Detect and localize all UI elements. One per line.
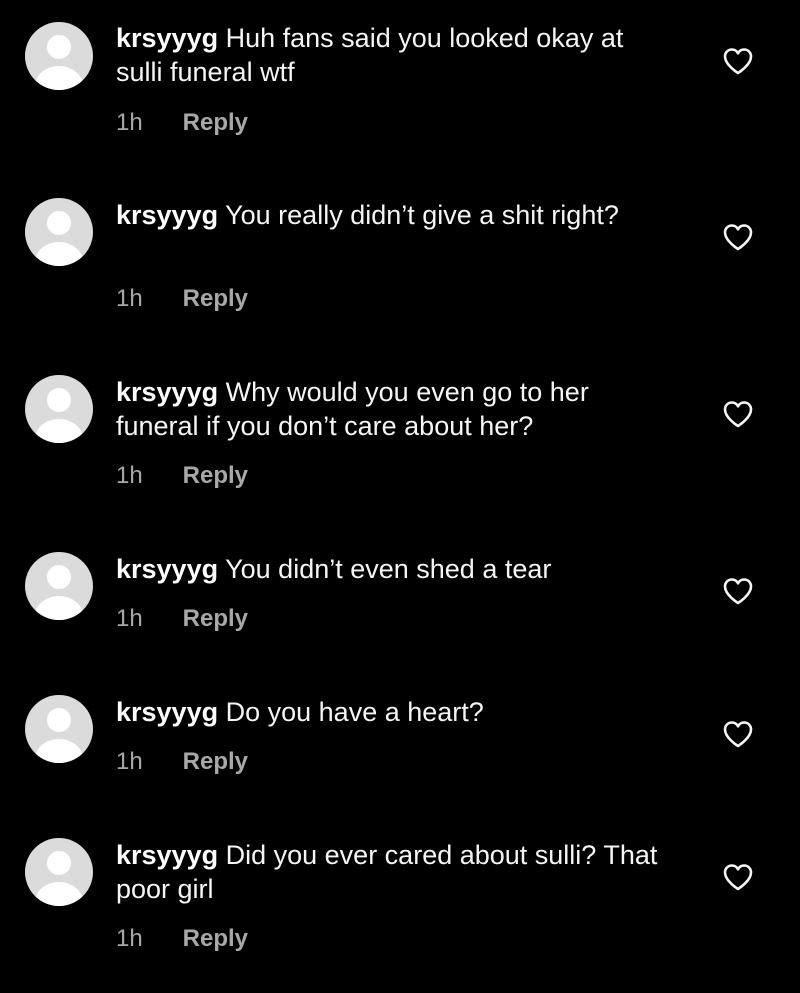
avatar-head-shape [47, 388, 71, 412]
comment-meta: 1h Reply [116, 108, 248, 138]
heart-outline-icon [723, 864, 753, 891]
reply-button[interactable]: Reply [183, 748, 248, 775]
avatar[interactable] [25, 695, 93, 763]
reply-button[interactable]: Reply [183, 462, 248, 489]
like-button[interactable] [722, 576, 754, 606]
comment-meta: 1h Reply [116, 924, 248, 954]
comment-timestamp: 1h [116, 285, 143, 312]
avatar-body-shape [35, 882, 83, 906]
avatar[interactable] [25, 838, 93, 906]
comment-meta: 1h Reply [116, 747, 248, 777]
comment-meta: 1h Reply [116, 461, 248, 491]
comment-text: krsyyyg You didn’t even shed a tear [116, 552, 676, 586]
heart-outline-icon [723, 48, 753, 75]
comment-text: krsyyyg Why would you even go to her fun… [116, 375, 676, 443]
avatar-head-shape [47, 851, 71, 875]
comment-timestamp: 1h [116, 748, 143, 775]
avatar[interactable] [25, 198, 93, 266]
comment-text: krsyyyg You really didn’t give a shit ri… [116, 198, 676, 232]
like-button[interactable] [722, 719, 754, 749]
comment-username[interactable]: krsyyyg [116, 554, 218, 584]
avatar[interactable] [25, 552, 93, 620]
comment-username[interactable]: krsyyyg [116, 377, 218, 407]
avatar-body-shape [35, 739, 83, 763]
like-button[interactable] [722, 399, 754, 429]
like-button[interactable] [722, 222, 754, 252]
comment-text: krsyyyg Huh fans said you looked okay at… [116, 21, 676, 89]
comment-meta: 1h Reply [116, 284, 248, 314]
comment-timestamp: 1h [116, 462, 143, 489]
heart-outline-icon [723, 578, 753, 605]
avatar-body-shape [35, 242, 83, 266]
heart-outline-icon [723, 401, 753, 428]
avatar-head-shape [47, 35, 71, 59]
comment-timestamp: 1h [116, 925, 143, 952]
comment-text: krsyyyg Do you have a heart? [116, 695, 676, 729]
comment-timestamp: 1h [116, 605, 143, 632]
comment-timestamp: 1h [116, 109, 143, 136]
comment-username[interactable]: krsyyyg [116, 840, 218, 870]
avatar[interactable] [25, 375, 93, 443]
comment-meta: 1h Reply [116, 604, 248, 634]
reply-button[interactable]: Reply [183, 605, 248, 632]
comment-username[interactable]: krsyyyg [116, 23, 218, 53]
like-button[interactable] [722, 46, 754, 76]
comment-body: You really didn’t give a shit right? [225, 200, 619, 230]
comment-body: Do you have a heart? [225, 697, 484, 727]
avatar-head-shape [47, 565, 71, 589]
reply-button[interactable]: Reply [183, 285, 248, 312]
reply-button[interactable]: Reply [183, 925, 248, 952]
avatar-head-shape [47, 708, 71, 732]
like-button[interactable] [722, 862, 754, 892]
heart-outline-icon [723, 224, 753, 251]
avatar-body-shape [35, 419, 83, 443]
avatar-head-shape [47, 211, 71, 235]
reply-button[interactable]: Reply [183, 109, 248, 136]
comment-username[interactable]: krsyyyg [116, 697, 218, 727]
comment-username[interactable]: krsyyyg [116, 200, 218, 230]
comment-text: krsyyyg Did you ever cared about sulli? … [116, 838, 676, 906]
avatar-body-shape [35, 596, 83, 620]
avatar-body-shape [35, 66, 83, 90]
comment-body: You didn’t even shed a tear [225, 554, 552, 584]
avatar[interactable] [25, 22, 93, 90]
heart-outline-icon [723, 721, 753, 748]
